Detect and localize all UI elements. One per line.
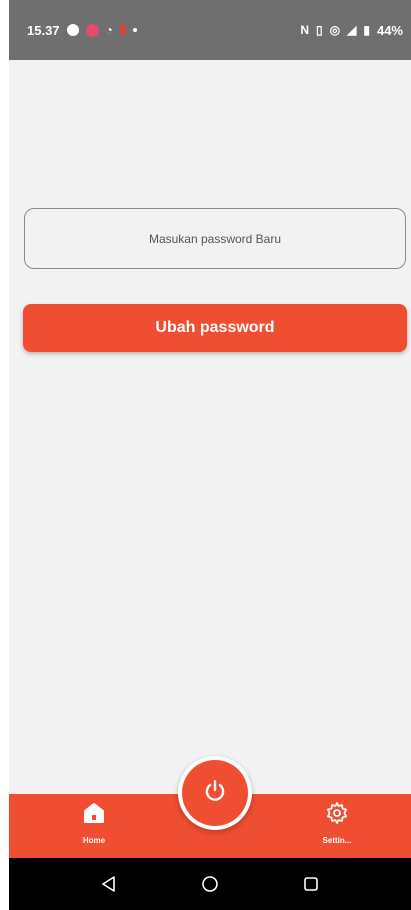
chat-icon <box>66 24 79 36</box>
new-password-input[interactable] <box>25 230 405 247</box>
battery-percent: 44% <box>376 22 403 38</box>
status-left: 15.37 ◔ <box>27 23 137 38</box>
notification-icon <box>85 23 99 37</box>
nfc-icon: N <box>300 23 310 37</box>
more-notifications-icon <box>132 28 137 32</box>
gear-icon <box>324 800 350 826</box>
status-time: 15.37 <box>27 22 60 38</box>
power-button[interactable] <box>182 760 248 826</box>
battery-icon: ▮ <box>363 23 370 37</box>
sync-icon: ◔ <box>105 23 113 37</box>
alert-icon <box>119 25 126 35</box>
back-icon[interactable] <box>97 872 121 896</box>
power-icon <box>202 778 228 809</box>
home-icon <box>81 800 107 826</box>
change-password-button[interactable]: Ubah password <box>23 304 407 352</box>
nav-label-settings: Settin... <box>322 836 352 845</box>
recents-icon[interactable] <box>299 872 323 896</box>
nav-item-settings[interactable]: Settin... <box>297 800 377 845</box>
signal-icon: ◢ <box>347 23 357 37</box>
hotspot-icon: ◎ <box>329 23 341 37</box>
nav-item-home[interactable]: Home <box>54 800 134 845</box>
status-right: N ▯ ◎ ◢ ▮ 44% <box>300 23 403 38</box>
home-system-icon[interactable] <box>198 872 222 896</box>
nav-label-home: Home <box>82 836 106 845</box>
vibrate-icon: ▯ <box>316 23 323 37</box>
new-password-field[interactable] <box>24 208 406 269</box>
app-screen: 15.37 ◔ N ▯ ◎ ◢ ▮ 44% Ubah password Home… <box>9 0 411 910</box>
status-bar: 15.37 ◔ N ▯ ◎ ◢ ▮ 44% <box>9 0 411 60</box>
system-nav-bar <box>9 858 411 910</box>
